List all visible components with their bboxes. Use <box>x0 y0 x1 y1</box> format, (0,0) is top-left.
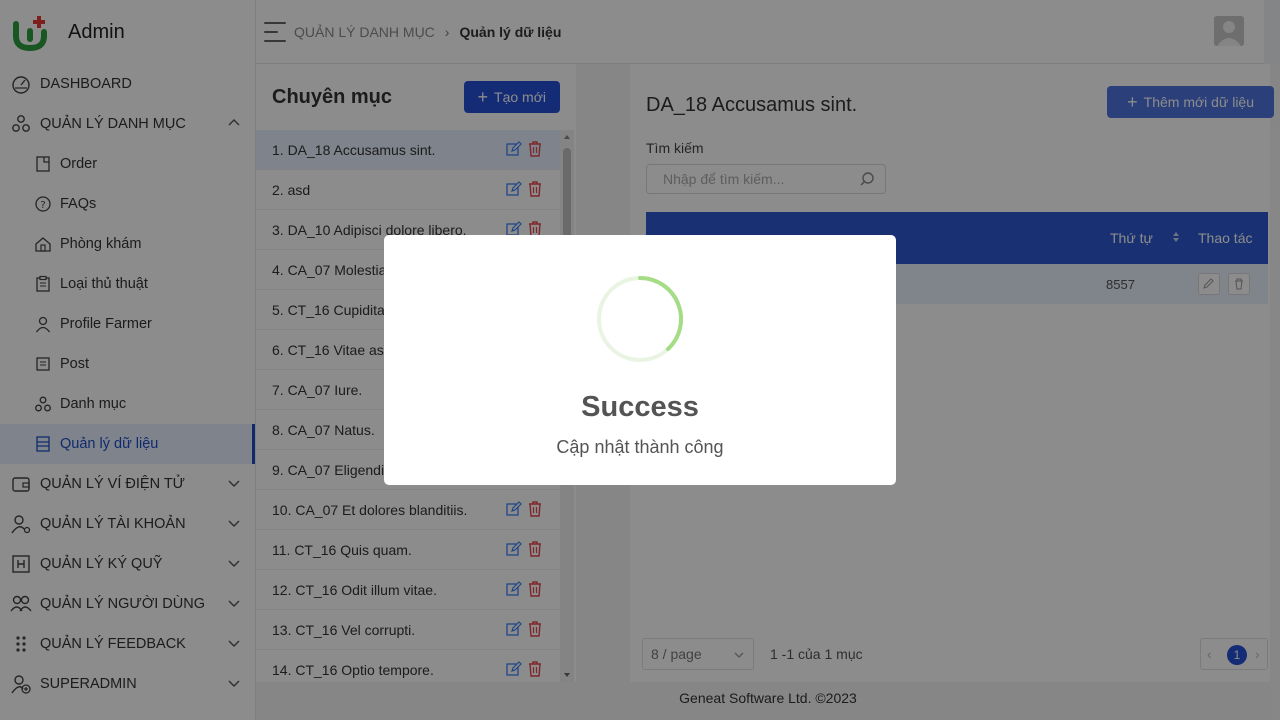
loading-spinner-icon <box>596 275 684 363</box>
success-dialog: Success Cập nhật thành công <box>384 235 896 485</box>
dialog-message: Cập nhật thành công <box>556 437 724 457</box>
dialog-title: Success <box>581 391 699 423</box>
